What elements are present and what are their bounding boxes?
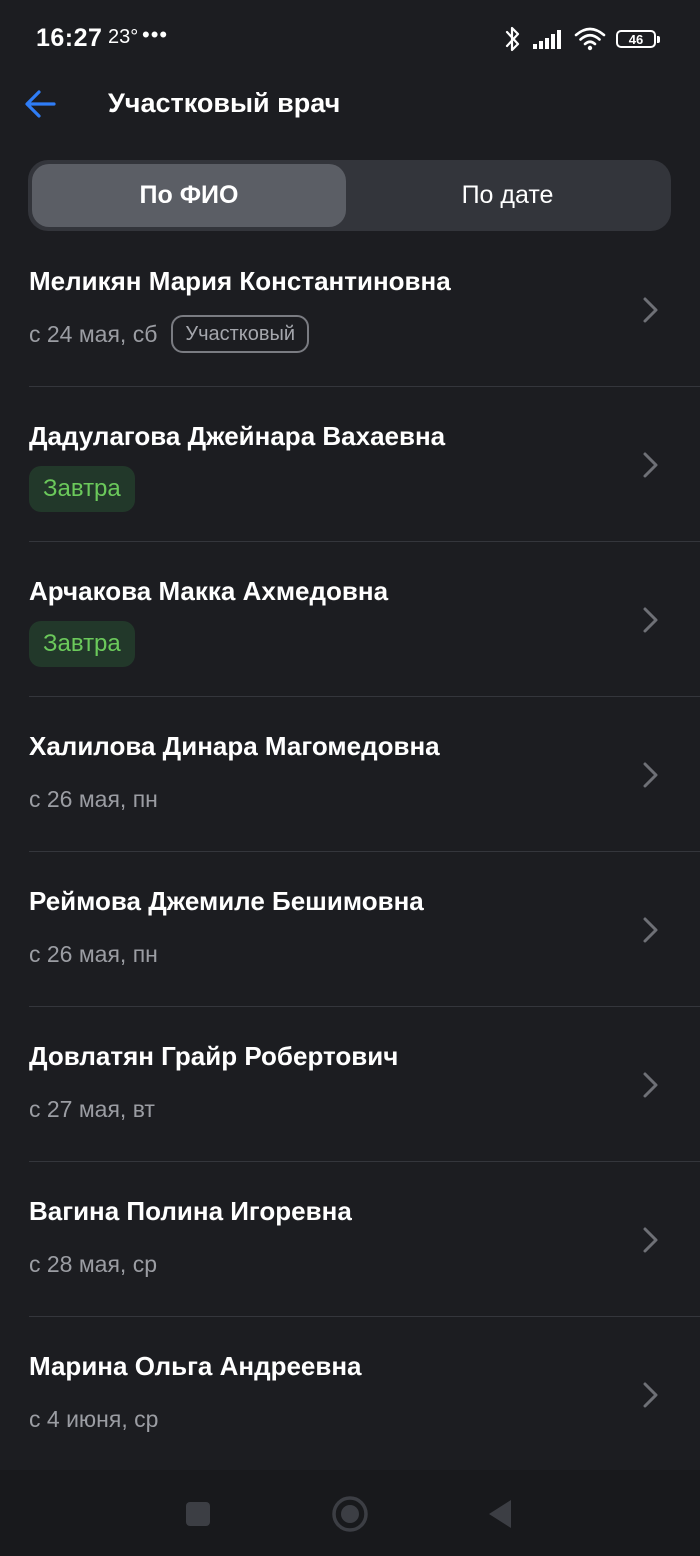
- tomorrow-badge: Завтра: [29, 466, 135, 512]
- availability-date: с 24 мая, сб: [29, 320, 158, 347]
- chevron-right-icon: [643, 1227, 658, 1253]
- list-item[interactable]: Реймова Джемиле Бешимовна с 26 мая, пн: [0, 852, 700, 1007]
- app-header: Участковый врач: [0, 72, 700, 138]
- status-time: 16:27: [36, 24, 103, 52]
- list-item[interactable]: Арчакова Макка Ахмедовна Завтра: [0, 542, 700, 697]
- availability-date: с 26 мая, пн: [29, 940, 158, 967]
- signal-icon: [533, 30, 561, 49]
- availability-date: с 27 мая, вт: [29, 1095, 155, 1122]
- status-icons: 46: [504, 24, 660, 54]
- sort-tabs: По ФИО По дате: [28, 160, 671, 231]
- doctor-availability: с 4 июня, ср: [29, 1399, 158, 1439]
- arrow-left-icon: [25, 90, 56, 118]
- doctor-name: Марина Ольга Андреевна: [29, 1351, 362, 1381]
- doctor-availability: Завтра: [29, 621, 135, 667]
- back-triangle-icon: [489, 1500, 511, 1528]
- doctor-availability: Завтра: [29, 466, 135, 512]
- doctor-name: Дадулагова Джейнара Вахаевна: [29, 421, 446, 451]
- doctor-availability: с 24 мая, сб Участковый: [29, 314, 310, 354]
- list-item[interactable]: Вагина Полина Игоревна с 28 мая, ср: [0, 1162, 700, 1317]
- bluetooth-icon: [505, 26, 520, 52]
- doctor-name: Реймова Джемиле Бешимовна: [29, 886, 424, 916]
- district-badge: Участковый: [171, 315, 310, 353]
- doctor-name: Довлатян Грайр Робертович: [29, 1041, 399, 1071]
- chevron-right-icon: [643, 917, 658, 943]
- battery-level: 46: [628, 31, 644, 47]
- tab-by-name[interactable]: По ФИО: [32, 164, 346, 227]
- chevron-right-icon: [643, 1382, 658, 1408]
- doctor-name: Меликян Мария Константиновна: [29, 266, 451, 296]
- chevron-right-icon: [643, 762, 658, 788]
- status-bar: 16:27 23° ••• 46: [0, 0, 700, 80]
- tomorrow-badge: Завтра: [29, 621, 135, 667]
- list-item[interactable]: Довлатян Грайр Робертович с 27 мая, вт: [0, 1007, 700, 1162]
- status-temperature: 23°: [108, 26, 139, 48]
- doctor-name: Арчакова Макка Ахмедовна: [29, 576, 389, 606]
- availability-date: с 28 мая, ср: [29, 1250, 157, 1277]
- chevron-right-icon: [643, 452, 658, 478]
- home-button[interactable]: [328, 1492, 372, 1536]
- status-more-icon: •••: [142, 22, 169, 47]
- doctor-name: Халилова Динара Магомедовна: [29, 731, 440, 761]
- list-item[interactable]: Халилова Динара Магомедовна с 26 мая, пн: [0, 697, 700, 852]
- list-item[interactable]: Дадулагова Джейнара Вахаевна Завтра: [0, 387, 700, 542]
- tab-by-date[interactable]: По дате: [348, 164, 667, 227]
- list-item[interactable]: Марина Ольга Андреевна с 4 июня, ср: [0, 1317, 700, 1472]
- wifi-icon: [574, 27, 606, 51]
- chevron-right-icon: [643, 607, 658, 633]
- recent-apps-icon: [186, 1502, 210, 1526]
- chevron-right-icon: [643, 297, 658, 323]
- doctor-availability: с 26 мая, пн: [29, 934, 158, 974]
- availability-date: с 4 июня, ср: [29, 1405, 159, 1432]
- doctor-availability: с 26 мая, пн: [29, 779, 158, 819]
- recent-apps-button[interactable]: [176, 1492, 220, 1536]
- list-item[interactable]: Меликян Мария Константиновна с 24 мая, с…: [0, 232, 700, 387]
- system-back-button[interactable]: [478, 1492, 522, 1536]
- system-nav-bar: [0, 1470, 700, 1556]
- doctor-name: Вагина Полина Игоревна: [29, 1196, 352, 1226]
- home-icon: [332, 1496, 368, 1532]
- page-title: Участковый врач: [108, 88, 341, 118]
- doctor-availability: с 27 мая, вт: [29, 1089, 155, 1129]
- availability-date: с 26 мая, пн: [29, 785, 158, 812]
- chevron-right-icon: [643, 1072, 658, 1098]
- battery-icon: 46: [616, 30, 660, 48]
- back-button[interactable]: [18, 82, 62, 126]
- doctor-list: Меликян Мария Константиновна с 24 мая, с…: [0, 232, 700, 1472]
- doctor-availability: с 28 мая, ср: [29, 1244, 157, 1284]
